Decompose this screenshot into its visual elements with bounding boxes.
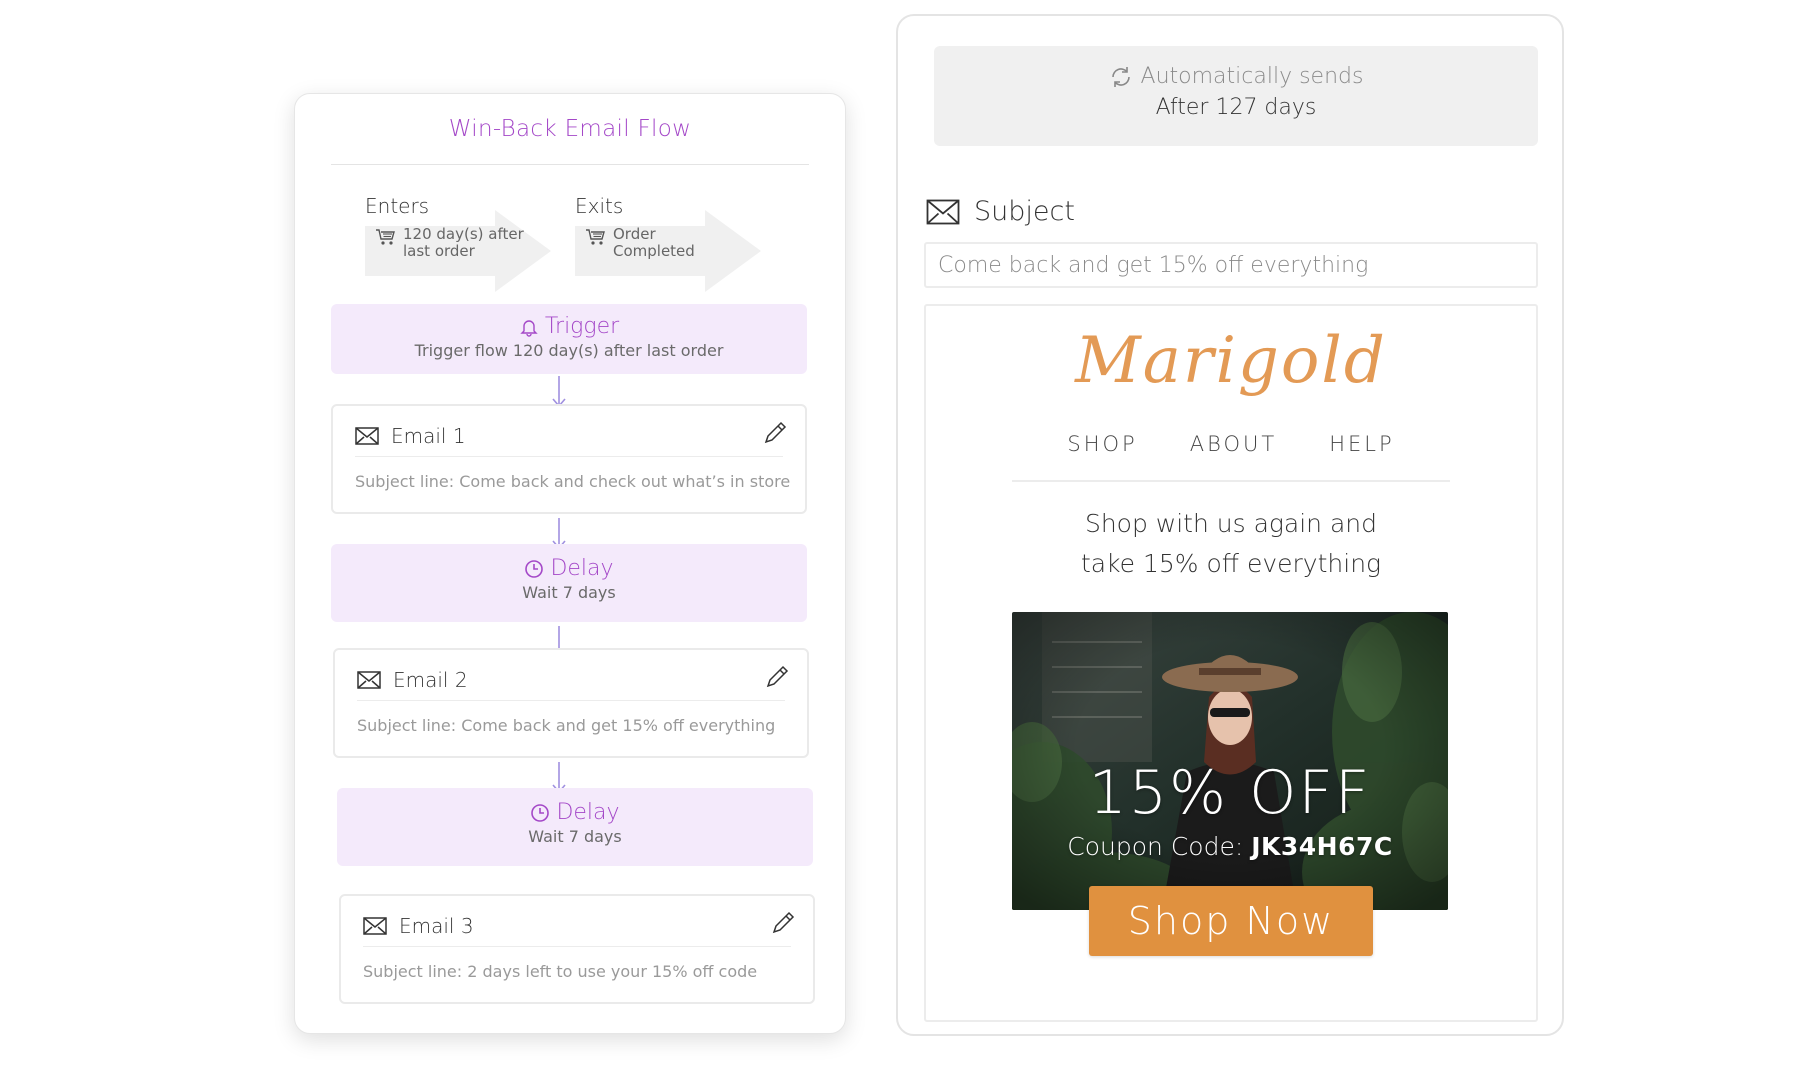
email-3-head: Email 3	[363, 914, 474, 938]
clock-icon	[525, 559, 544, 578]
hero-image: 15% OFF Coupon Code: JK34H67C	[1012, 612, 1448, 910]
email-step-3[interactable]: Email 3 Subject line: 2 days left to use…	[339, 894, 815, 1004]
subject-heading: Subject	[926, 196, 1075, 227]
headline-line-2: take 15% off everything	[1080, 549, 1382, 578]
offer-text: 15% OFF	[1088, 758, 1372, 828]
exits-line2: Completed	[613, 242, 695, 260]
exits-block[interactable]: Exits Order Completed	[575, 194, 765, 292]
email-step-1[interactable]: Email 1 Subject line: Come back and chec…	[331, 404, 807, 514]
delay-1-title: Delay	[550, 556, 614, 581]
email-1-divider	[355, 456, 783, 457]
nav-help[interactable]: HELP	[1329, 432, 1394, 456]
delay-2-subtitle: Wait 7 days	[528, 827, 622, 846]
enters-block[interactable]: Enters 120 day(s) after last order	[365, 194, 555, 292]
subject-input[interactable]: Come back and get 15% off everything	[924, 242, 1538, 288]
bell-icon	[520, 319, 538, 337]
enters-line2: last order	[403, 242, 475, 260]
nav-divider	[1012, 480, 1450, 482]
brand-nav: SHOP ABOUT HELP	[926, 432, 1536, 456]
coupon-label: Coupon Code:	[1067, 832, 1244, 861]
email-3-name: Email 3	[399, 914, 474, 938]
delay-2-title-row: Delay	[337, 800, 813, 825]
delay-1-subtitle: Wait 7 days	[522, 583, 616, 602]
email-editor-panel: Automatically sends After 127 days Subje…	[896, 14, 1564, 1036]
trigger-subtitle: Trigger flow 120 day(s) after last order	[414, 341, 724, 360]
brand-logo: Marigold	[1075, 324, 1387, 398]
envelope-icon	[363, 917, 387, 935]
shop-now-button[interactable]: Shop Now	[1089, 886, 1373, 956]
coupon-code: JK34H67C	[1251, 832, 1393, 861]
coupon-line: Coupon Code: JK34H67C	[1012, 832, 1448, 861]
trigger-step[interactable]: Trigger Trigger flow 120 day(s) after la…	[331, 304, 807, 374]
email-1-subject: Subject line: Come back and check out wh…	[355, 472, 791, 491]
pencil-icon[interactable]	[765, 665, 789, 689]
delay-1-title-row: Delay	[331, 556, 807, 581]
cart-icon	[376, 229, 395, 245]
email-2-subject: Subject line: Come back and get 15% off …	[357, 716, 776, 735]
auto-send-value: After 127 days	[1155, 95, 1317, 120]
pencil-icon[interactable]	[771, 911, 795, 935]
refresh-icon	[1111, 66, 1130, 87]
delay-step-1[interactable]: Delay Wait 7 days	[331, 544, 807, 622]
nav-about[interactable]: ABOUT	[1190, 432, 1277, 456]
enters-content: 120 day(s) after last order	[375, 226, 524, 260]
email-step-2[interactable]: Email 2 Subject line: Come back and get …	[333, 648, 809, 758]
auto-send-row: Automatically sends	[934, 64, 1538, 89]
trigger-title-row: Trigger	[331, 314, 807, 339]
envelope-icon	[355, 427, 379, 445]
clock-icon	[531, 803, 550, 822]
exits-content: Order Completed	[585, 226, 695, 260]
email-2-head: Email 2	[357, 668, 468, 692]
delay-2-title: Delay	[556, 800, 620, 825]
preview-headline: Shop with us again and take 15% off ever…	[926, 504, 1536, 584]
exits-line1: Order	[613, 225, 656, 243]
email-3-subject: Subject line: 2 days left to use your 15…	[363, 962, 758, 981]
flow-panel: Win-Back Email Flow Enters 120 day(s) af…	[294, 93, 846, 1034]
envelope-icon	[926, 199, 960, 224]
delay-step-2[interactable]: Delay Wait 7 days	[337, 788, 813, 866]
email-2-name: Email 2	[393, 668, 468, 692]
pencil-icon[interactable]	[763, 421, 787, 445]
email-preview: Marigold SHOP ABOUT HELP Shop with us ag…	[924, 304, 1538, 1022]
headline-line-1: Shop with us again and	[1084, 509, 1378, 538]
email-1-name: Email 1	[391, 424, 466, 448]
flow-title: Win-Back Email Flow	[448, 116, 692, 142]
auto-send-label: Automatically sends	[1140, 64, 1364, 89]
title-divider	[331, 164, 809, 165]
subject-label: Subject	[974, 196, 1075, 227]
email-2-divider	[357, 700, 785, 701]
email-3-divider	[363, 946, 791, 947]
cart-icon	[586, 229, 605, 245]
auto-send-box[interactable]: Automatically sends After 127 days	[934, 46, 1538, 146]
enters-line1: 120 day(s) after	[403, 225, 524, 243]
nav-shop[interactable]: SHOP	[1067, 432, 1137, 456]
envelope-icon	[357, 671, 381, 689]
trigger-title: Trigger	[544, 314, 620, 339]
email-1-head: Email 1	[355, 424, 466, 448]
